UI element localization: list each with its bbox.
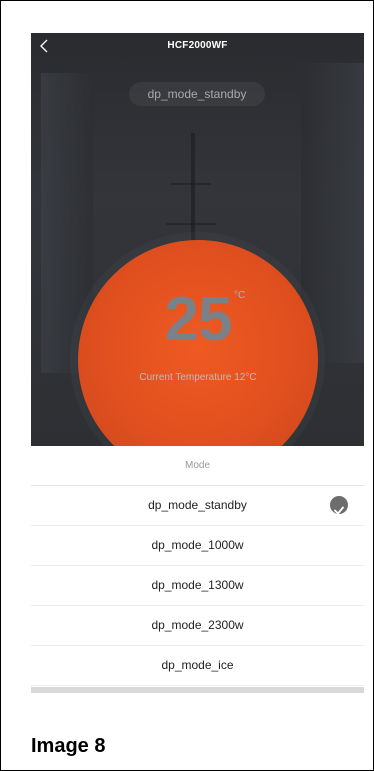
mode-option-2300w[interactable]: dp_mode_2300w xyxy=(31,606,364,646)
mode-option-label: dp_mode_1000w xyxy=(151,538,244,552)
thermostat-panel: HCF2000WF dp_mode_standby 25 °C Current … xyxy=(31,33,364,446)
mode-option-1300w[interactable]: dp_mode_1300w xyxy=(31,566,364,606)
mode-option-1000w[interactable]: dp_mode_1000w xyxy=(31,526,364,566)
current-mode-pill: dp_mode_standby xyxy=(129,82,265,106)
temperature-unit: °C xyxy=(234,290,246,301)
set-temperature: 25 xyxy=(164,285,233,354)
page-title: HCF2000WF xyxy=(167,40,228,51)
mode-option-ice[interactable]: dp_mode_ice xyxy=(31,646,364,686)
mode-action-sheet: Mode dp_mode_standby dp_mode_1000w dp_mo… xyxy=(31,446,364,693)
sheet-title: Mode xyxy=(31,446,364,486)
mode-option-label: dp_mode_1300w xyxy=(151,578,244,592)
document-frame: HCF2000WF dp_mode_standby 25 °C Current … xyxy=(0,0,374,771)
sheet-bottom-bar xyxy=(31,687,364,693)
nav-bar: HCF2000WF xyxy=(31,33,364,59)
image-caption: Image 8 xyxy=(31,735,106,757)
checkmark-icon xyxy=(330,496,348,515)
current-temperature-label: Current Temperature 12°C xyxy=(139,372,257,383)
phone-screen: HCF2000WF dp_mode_standby 25 °C Current … xyxy=(31,33,364,693)
mode-option-label: dp_mode_standby xyxy=(148,498,247,512)
background-tree-branch xyxy=(166,223,216,225)
mode-option-label: dp_mode_ice xyxy=(161,658,234,672)
mode-option-label: dp_mode_2300w xyxy=(151,618,244,632)
mode-option-standby[interactable]: dp_mode_standby xyxy=(31,486,364,526)
background-tree-branch xyxy=(171,183,211,185)
